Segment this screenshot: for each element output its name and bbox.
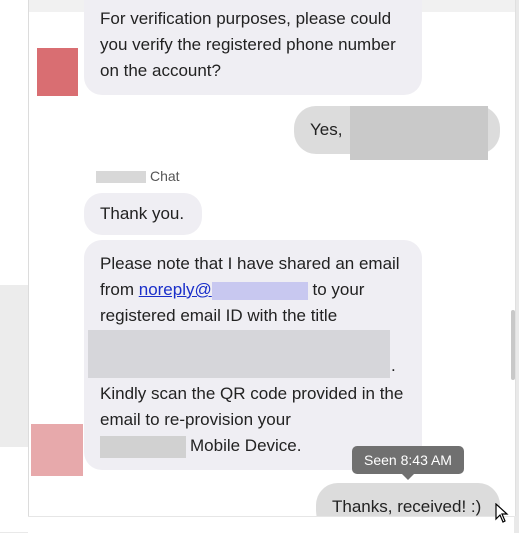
redacted-device-name [100, 435, 186, 458]
seen-tooltip: Seen 8:43 AM [352, 446, 464, 480]
redacted-sender-name [96, 171, 146, 184]
sender-suffix: Chat [150, 168, 180, 184]
chat-bottom-strip [28, 516, 514, 533]
message-text: Mobile Device. [190, 436, 302, 455]
sentence-period: . [391, 356, 396, 375]
agent-avatar [37, 48, 78, 96]
redacted-email-title [88, 330, 390, 378]
agent-avatar [31, 424, 83, 476]
redacted-phone-number [350, 106, 488, 160]
mouse-pointer-icon [495, 503, 509, 523]
agent-message-thanks: Thank you. [84, 193, 202, 235]
email-link[interactable]: noreply@ [139, 280, 212, 299]
message-text: Kindly scan the QR code provided in the … [100, 384, 404, 429]
redacted-email [211, 281, 308, 300]
sender-label: Chat [96, 168, 180, 188]
background-left-mid [0, 285, 28, 447]
message-text: Thanks, received! :) [332, 497, 482, 516]
scrollbar-thumb[interactable] [511, 310, 515, 380]
background-left-top [0, 0, 28, 285]
message-text: For verification purposes, please could … [100, 9, 396, 80]
message-text: Thank you. [100, 204, 185, 223]
message-text: Yes, [310, 120, 343, 139]
agent-message-verification: For verification purposes, please could … [84, 0, 422, 95]
background-left-bottom [0, 447, 28, 532]
